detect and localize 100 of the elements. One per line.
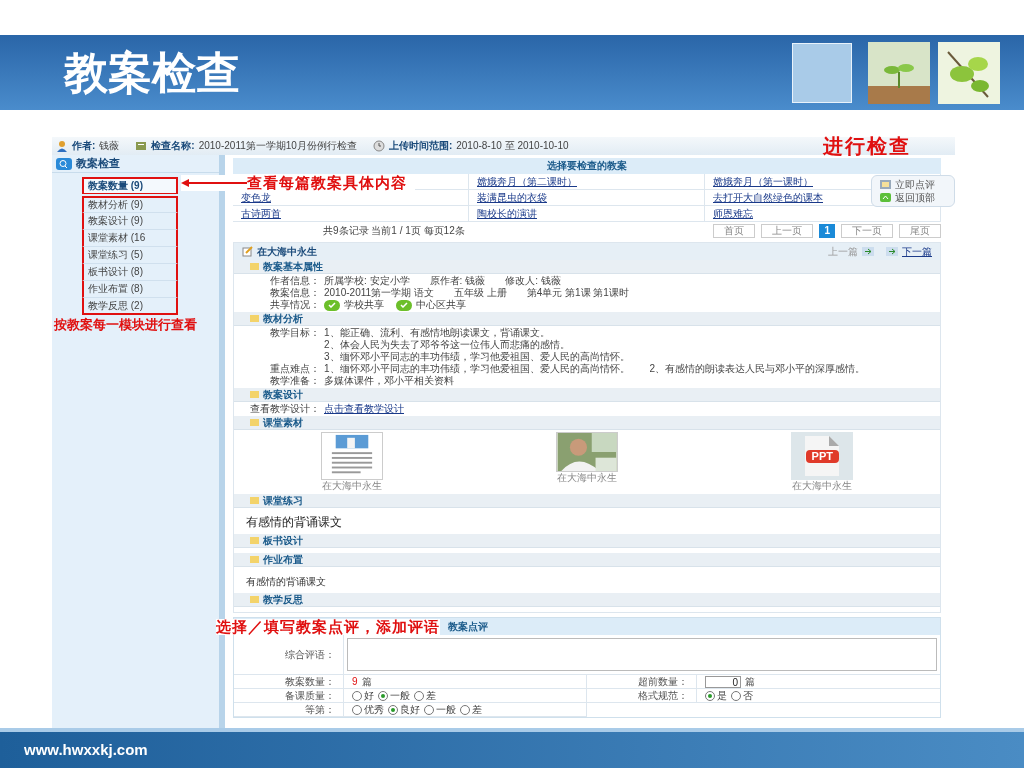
callout-text: 按教案每一模块进行查看 [53,317,198,333]
unit-label: 篇 [745,675,755,688]
page-button[interactable]: 1 [819,224,835,238]
footer-url: www.hwxxkj.com [24,739,148,760]
field-label: 教学目标： [269,327,321,340]
radio-label: 差 [472,703,482,716]
info-label: 检查名称: [151,140,195,152]
radio-button[interactable] [460,704,470,715]
radio-button[interactable] [705,690,715,701]
info-value: 钱薇 [99,140,120,152]
sidebar-item[interactable]: 课堂练习 (5) [82,247,178,264]
info-label: 上传时间范围: [388,140,453,152]
comment-icon [880,180,891,189]
radio-label: 优秀 [364,703,384,716]
share-label: 学校共享 [344,299,384,311]
field-value: 所属学校: 安定小学 [324,275,410,287]
lesson-link[interactable]: 变色龙 [241,191,271,204]
radio-label: 否 [743,689,753,702]
radio-button[interactable] [388,704,398,715]
field-label: 等第： [305,703,335,716]
page-button[interactable]: 下一页 [841,224,893,238]
radio-button[interactable] [352,704,362,715]
lesson-link[interactable]: 陶校长的演讲 [477,207,537,220]
field-value: 2、体会人民为失去了邓爷爷这一位伟人而悲痛的感情。 [324,339,571,351]
lesson-link[interactable]: 去打开大自然绿色的课本 [713,191,823,204]
folder-icon [250,315,259,322]
book-icon [135,140,148,152]
count-value: 9 [352,675,358,688]
folder-icon [250,556,259,563]
field-value: 1、能正确、流利、有感情地朗读课文，背诵课文。 [324,327,551,339]
sidebar-item[interactable]: 教学反思 (2) [82,298,178,315]
radio-button[interactable] [731,690,741,701]
radio-label: 差 [426,689,436,702]
lesson-link[interactable]: 装满昆虫的衣袋 [477,191,547,204]
float-menu-item[interactable]: 立即点评 [895,178,935,191]
sidebar-title: 教案检查 [76,157,120,170]
sidebar-item[interactable]: 板书设计 (8) [82,264,178,281]
field-label: 教案信息： [269,287,321,299]
lesson-link[interactable]: 嫦娥奔月（第二课时） [477,175,577,188]
section-header: 教案基本属性 [234,260,940,274]
lesson-link[interactable]: 师恩难忘 [713,207,753,220]
field-value: 3、缅怀邓小平同志的丰功伟绩，学习他爱祖国、爱人民的高尚情怀。 [324,351,630,363]
field-label: 超前数量： [638,675,688,688]
page-button[interactable]: 首页 [713,224,756,238]
up-icon [880,193,891,202]
field-label: 综合评语： [285,648,335,661]
section-header: 教案设计 [234,388,940,402]
folder-icon [250,263,259,270]
sidebar-item[interactable]: 课堂素材 (16 [82,230,178,247]
material-caption[interactable]: 在大海中永生 [557,472,617,484]
radio-button[interactable] [414,690,424,701]
lesson-link[interactable]: 古诗两首 [241,207,281,220]
next-link[interactable]: 下一篇 [902,245,932,258]
radio-button[interactable] [352,690,362,701]
info-value: 2010-8-10 至 2010-10-10 [456,140,569,152]
sidebar-item[interactable]: 教材分析 (9) [82,196,178,213]
info-label: 作者: [72,140,96,152]
lesson-link[interactable]: 嫦娥奔月（第一课时） [713,175,813,188]
section-text: 有感情的背诵课文 [246,515,342,529]
sidebar-item[interactable]: 作业布置 (8) [82,281,178,298]
comment-field[interactable] [347,638,937,671]
field-value: 2、有感情的朗读表达人民与邓小平的深厚感情。 [649,363,866,375]
field-value: 五年级 上册 [453,287,507,299]
decor-square [792,42,852,103]
field-label: 备课质量： [285,689,335,702]
folder-icon [250,391,259,398]
field-value: 1、缅怀邓小平同志的丰功伟绩，学习他爱祖国、爱人民的高尚情怀。 [324,363,630,375]
field-label: 格式规范： [638,689,688,702]
material-caption[interactable]: 在大海中永生 [321,480,382,492]
sidebar-item[interactable]: 教案设计 (9) [82,213,178,230]
sidebar-item[interactable]: 教案数量 (9) [82,177,178,194]
field-label: 教案数量： [285,675,335,688]
radio-label: 一般 [390,689,410,702]
float-menu-item[interactable]: 返回顶部 [895,191,935,204]
field-value: 修改人: 钱薇 [505,275,561,287]
pointer-arrow [181,179,247,187]
section-header: 教材分析 [234,312,940,326]
arrow-icon [886,247,898,256]
section-header: 教学反思 [234,593,940,607]
record-summary: 共9条记录 当前1 / 1页 每页12条 [323,225,465,237]
field-label: 作者信息： [269,275,321,287]
radio-button[interactable] [378,690,388,701]
number-field[interactable]: 0 [705,675,741,688]
field-value: 2010-2011第一学期 语文 [324,287,434,299]
field-label: 共享情况： [269,299,321,311]
section-header: 课堂练习 [234,494,940,508]
radio-label: 好 [364,689,374,702]
slide-title: 教案检查 [64,47,240,98]
radio-label: 良好 [400,703,420,716]
design-link[interactable]: 点击查看教学设计 [324,403,404,415]
field-value: 原作者: 钱薇 [429,275,486,287]
callout-text: 进行检查 [823,137,911,155]
page-button[interactable]: 尾页 [899,224,941,238]
folder-icon [250,596,259,603]
radio-button[interactable] [424,704,434,715]
callout-text: 选择／填写教案点评，添加评语 [216,618,440,635]
material-caption[interactable]: 在大海中永生 [792,480,853,492]
field-label: 查看教学设计： [249,403,321,415]
share-label: 中心区共享 [416,299,466,311]
page-button[interactable]: 上一页 [761,224,814,238]
